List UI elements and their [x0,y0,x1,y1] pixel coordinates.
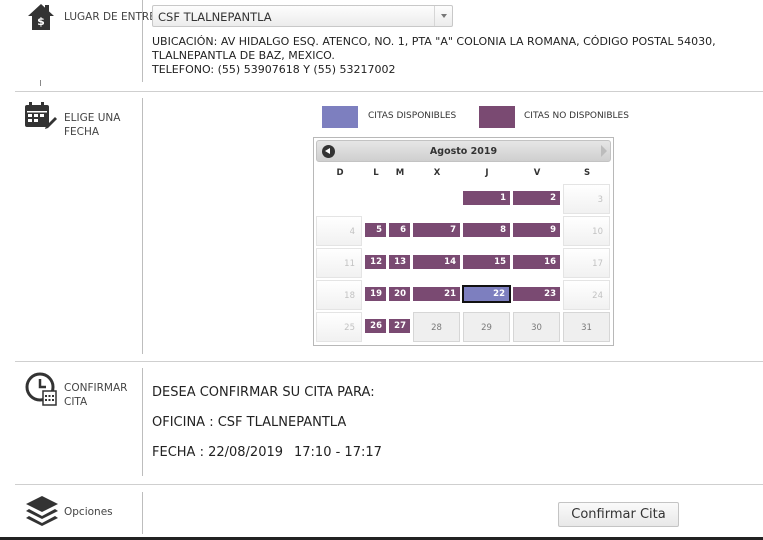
calendar-day: 16 [513,255,560,269]
calendar-day: 14 [413,255,460,269]
chevron-down-icon[interactable] [434,6,452,26]
weekday-header: J [485,168,489,178]
confirm-label: CONFIRMAR CITA [64,382,128,408]
confirm-question: DESEA CONFIRMAR SU CITA PARA: [152,385,375,400]
weekday-header: X [433,168,441,178]
phone-line: TELEFONO: (55) 53907618 Y (55) 53217002 [152,63,396,76]
calendar-day: 17 [563,248,610,278]
calendar-day: 5 [365,223,386,237]
calendar-day: 9 [513,223,560,237]
office-address: UBICACIÓN: AV HIDALGO ESQ. ATENCO, NO. 1… [152,35,732,77]
calendar-day: 27 [389,319,410,333]
calendar-day: 30 [513,312,560,342]
calendar-day: 19 [365,287,386,301]
clock-calendar-icon [24,372,58,406]
legend-available-label: CITAS DISPONIBLES [368,111,457,121]
calendar-day: 4 [316,216,362,246]
calendar-day: 8 [463,223,510,237]
calendar-day: 1 [463,191,510,205]
calendar-edit-icon [24,101,58,135]
house-dollar-icon: $ [26,2,60,36]
section-divider [142,368,143,476]
calendar-day: 6 [389,223,410,237]
weekday-header: M [395,168,405,178]
address-line: UBICACIÓN: AV HIDALGO ESQ. ATENCO, NO. 1… [152,35,716,48]
calendar-day: 15 [463,255,510,269]
calendar-day: 13 [389,255,410,269]
legend-unavailable-label: CITAS NO DISPONIBLES [524,111,629,121]
office-select-value: CSF TLALNEPANTLA [158,10,272,24]
calendar-day: 21 [413,287,460,301]
section-divider [142,492,143,534]
calendar-day: 3 [563,184,610,214]
section-separator [15,361,763,362]
legend-available-swatch [322,106,358,128]
weekday-header: V [533,168,541,178]
calendar-day: 26 [365,319,386,333]
calendar-day: 2 [513,191,560,205]
calendar-day: 18 [316,280,362,310]
calendar-month-title: Agosto 2019 [429,146,498,157]
confirm-time: 17:10 - 17:17 [294,445,382,460]
svg-text:$: $ [37,15,45,28]
address-line: TLALNEPANTLA DE BAZ, MEXICO. [152,49,335,62]
calendar-header: Agosto 2019 [316,140,611,162]
calendar-day: 10 [563,216,610,246]
confirm-appointment-button[interactable]: Confirmar Cita [558,502,679,527]
calendar-day: 28 [413,312,460,342]
date-label: ELIGE UNA FECHA [64,112,121,138]
options-label: Opciones [64,506,113,518]
calendar-day: 12 [365,255,386,269]
calendar-day: 23 [513,287,560,301]
layers-icon [24,494,58,528]
tick-mark [40,80,41,86]
calendar-day: 11 [316,248,362,278]
weekday-header: D [336,168,344,178]
office-select[interactable]: CSF TLALNEPANTLA [152,5,453,27]
calendar-day-selected[interactable]: 22 [462,285,511,303]
confirm-office: OFICINA : CSF TLALNEPANTLA [152,415,347,430]
next-month-icon[interactable] [601,145,607,157]
section-separator [15,484,763,485]
legend-unavailable-swatch [479,106,515,128]
calendar-day: 31 [563,312,610,342]
calendar-day: 24 [563,280,610,310]
section-separator [15,91,763,92]
calendar-day: 25 [316,312,362,342]
calendar-day: 20 [389,287,410,301]
calendar-day: 7 [413,223,460,237]
section-divider [142,98,143,354]
confirm-date: FECHA : 22/08/2019 [152,445,284,460]
calendar-day: 29 [463,312,510,342]
weekday-header: S [583,168,591,178]
